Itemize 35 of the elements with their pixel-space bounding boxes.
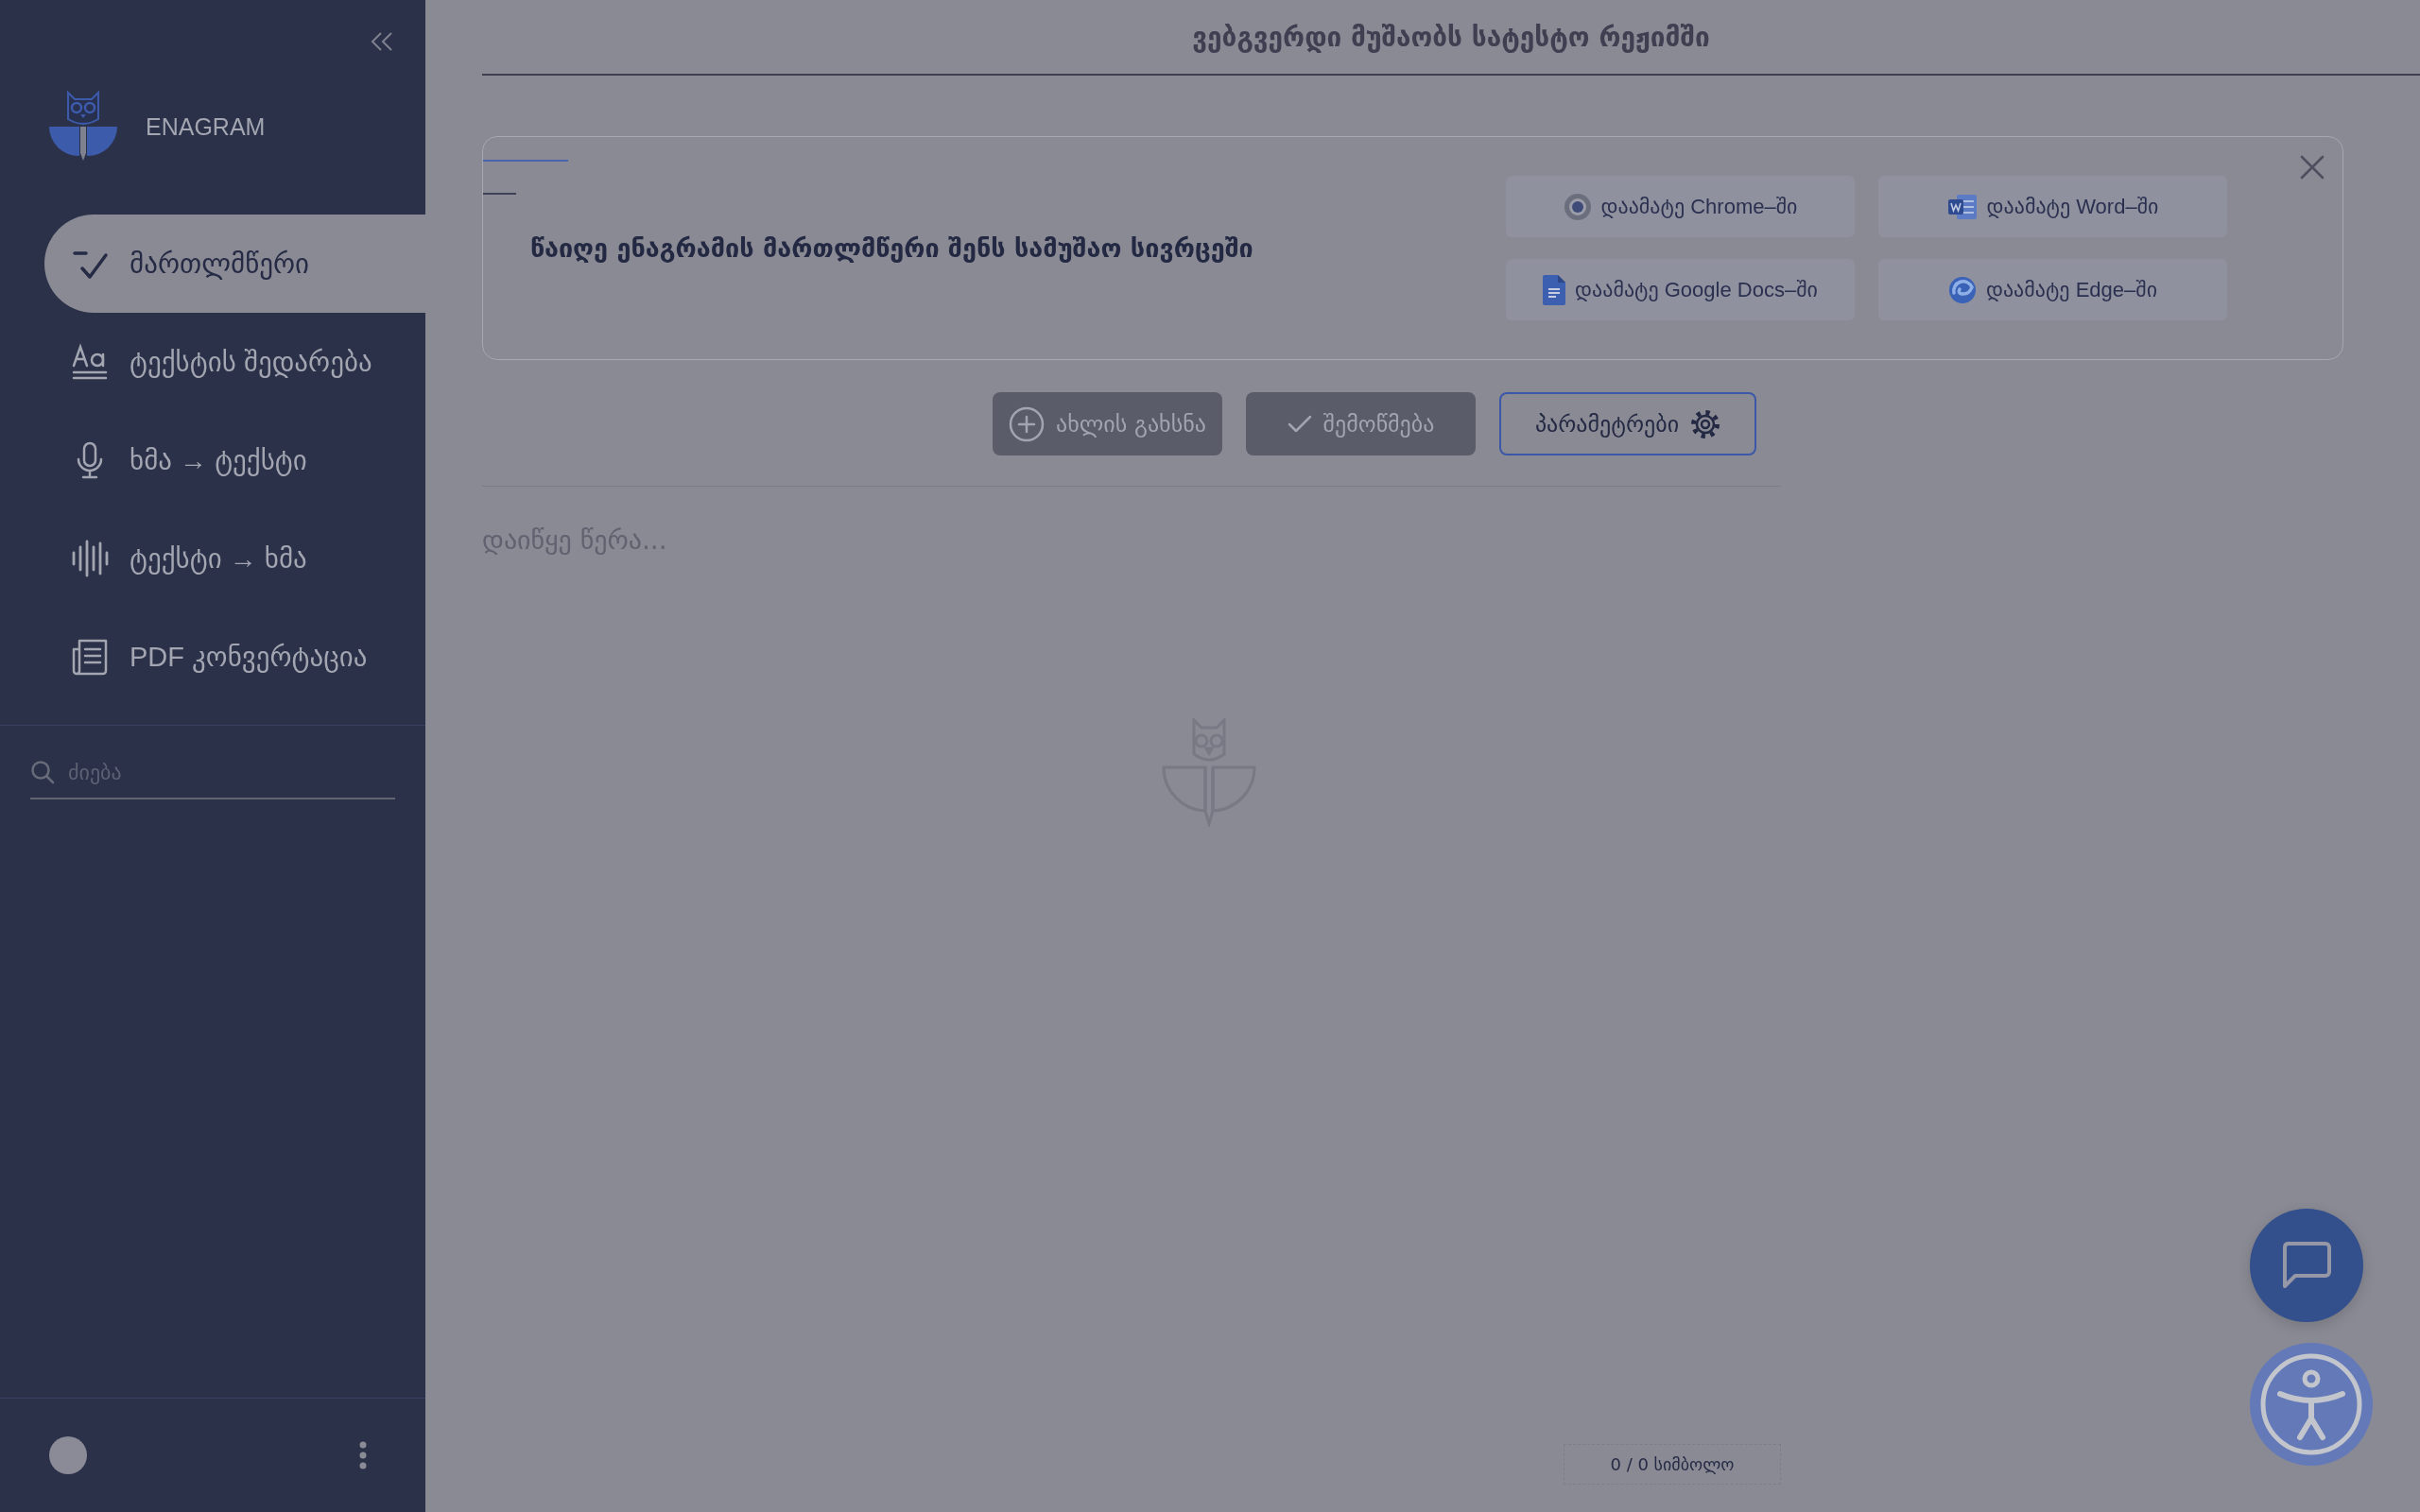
swirl-icon (1947, 275, 1977, 304)
more-button[interactable] (359, 1441, 367, 1469)
accent-line (483, 193, 516, 195)
add-extension-button[interactable]: დაამატე Edge–ში (1878, 259, 2227, 320)
nav-item[interactable]: ტექსტის შედარება (44, 313, 425, 411)
add-extension-button[interactable]: დაამატე Chrome–ში (1506, 176, 1855, 237)
brand-name: ENAGRAM (146, 112, 266, 141)
kebab-menu-icon (359, 1441, 367, 1469)
close-button[interactable] (2299, 154, 2325, 180)
close-icon (2299, 154, 2325, 180)
sound-wave-icon (71, 540, 109, 577)
nav-item[interactable]: ტექსტი → ხმა (44, 509, 425, 608)
toolbar-button[interactable]: პარამეტრები (1499, 392, 1756, 455)
avatar[interactable] (49, 1436, 87, 1474)
speech-bubble-icon (2282, 1242, 2331, 1289)
add-extension-button[interactable]: დაამატე Google Docs–ში (1506, 259, 1855, 320)
gear-icon (1690, 408, 1721, 439)
document-lines-icon (1543, 274, 1566, 305)
nav-item[interactable]: ხმა → ტექსტი (44, 411, 425, 509)
text-format-icon (71, 343, 109, 381)
promo-text: წაიღე ენაგრამის მართლმწერი შენს სამუშაო სივრცეში (530, 233, 1254, 263)
search-icon (30, 760, 55, 784)
page-notice: ვებგვერდი მუშაობს სატესტო რეჟიმში (482, 0, 2420, 76)
document-icon (71, 638, 109, 676)
plus-circle-icon (1009, 405, 1046, 442)
nav-item[interactable]: მართლმწერი (44, 215, 425, 313)
add-extension-button[interactable]: დაამატე Word–ში (1878, 176, 2227, 237)
collapse-button[interactable] (371, 32, 393, 51)
double-chevron-left-icon (371, 32, 393, 51)
tile-document-icon (1946, 193, 1978, 220)
accessibility-icon (2259, 1352, 2363, 1456)
ring-icon (1563, 192, 1592, 221)
character-counter: 0 / 0 სიმბოლო (1564, 1444, 1781, 1485)
check-icon (1287, 414, 1312, 434)
nav-item[interactable]: PDF კონვერტაცია (44, 608, 425, 706)
